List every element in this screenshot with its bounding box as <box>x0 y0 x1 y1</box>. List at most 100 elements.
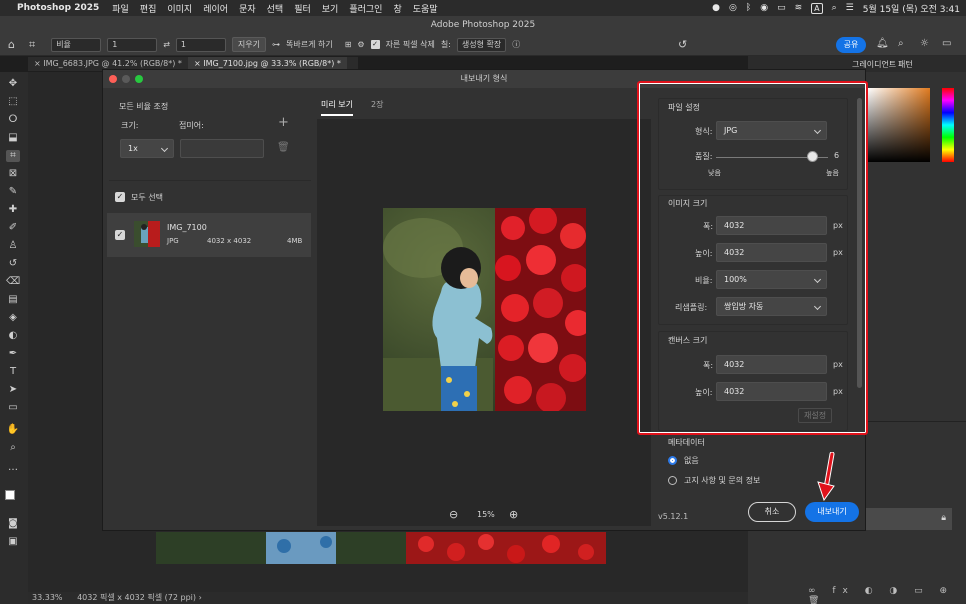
menu-type[interactable]: 문자 <box>239 2 256 15</box>
gradient-tool-icon[interactable]: ▤ <box>6 294 20 306</box>
menu-app-name[interactable]: Photoshop 2025 <box>17 3 99 13</box>
patterns-tab[interactable]: 패턴 <box>898 59 913 70</box>
metadata-none-radio[interactable] <box>668 456 677 465</box>
close-window-button[interactable] <box>109 75 117 83</box>
metadata-copyright-radio[interactable] <box>668 476 677 485</box>
pen-tool-icon[interactable]: ✒ <box>6 348 20 360</box>
red-arrow-icon <box>817 452 835 502</box>
settings-icon[interactable]: ⚙ <box>357 40 364 49</box>
fill-dropdown[interactable]: 생성형 확장 <box>456 37 507 52</box>
airdrop-icon[interactable]: ◉ <box>760 3 768 13</box>
metadata-none-label[interactable]: 없음 <box>684 455 699 466</box>
creative-cloud-icon[interactable]: ◎ <box>729 3 737 13</box>
swap-icon[interactable]: ⇄ <box>163 40 170 49</box>
crop-tool-icon[interactable]: ⌗ <box>29 38 35 52</box>
blur-tool-icon[interactable]: ◈ <box>6 312 20 324</box>
menu-image[interactable]: 이미지 <box>167 2 192 15</box>
lock-icon[interactable]: 🔒︎ <box>941 513 946 523</box>
reset-icon[interactable]: ↺ <box>678 38 687 51</box>
search-panel-icon[interactable]: ⌕ <box>898 38 904 49</box>
input-source-indicator[interactable]: A <box>811 2 823 14</box>
zoom-out-icon[interactable]: ⊖ <box>449 508 458 521</box>
menu-plugins[interactable]: 플러그인 <box>349 2 382 15</box>
screen-mode-icon[interactable]: ▣ <box>6 536 20 548</box>
path-select-icon[interactable]: ➤ <box>6 384 20 396</box>
object-select-tool-icon[interactable]: ⬓ <box>6 132 20 144</box>
menu-help[interactable]: 도움말 <box>413 2 438 15</box>
status-zoom[interactable]: 33.33% <box>32 593 63 602</box>
menu-layer[interactable]: 레이어 <box>203 2 228 15</box>
ratio-dropdown[interactable]: 비율 <box>51 37 102 52</box>
menu-edit[interactable]: 편집 <box>140 2 157 15</box>
delete-cropped-checkbox[interactable]: ✓ <box>370 40 380 49</box>
dodge-tool-icon[interactable]: ◐ <box>6 330 20 342</box>
eyedropper-tool-icon[interactable]: ✎ <box>6 186 20 198</box>
select-all-label[interactable]: 모두 선택 <box>131 192 163 203</box>
history-brush-icon[interactable]: ↺ <box>6 258 20 270</box>
scale-dropdown[interactable]: 1x <box>120 139 174 158</box>
straighten-label[interactable]: 똑바르게 하기 <box>286 39 333 50</box>
battery-icon[interactable]: ▭ <box>777 3 786 13</box>
hand-tool-icon[interactable]: ✋ <box>6 424 20 436</box>
metadata-copyright-label[interactable]: 고지 사항 및 문의 정보 <box>684 475 760 486</box>
menu-view[interactable]: 보기 <box>322 2 339 15</box>
delete-cropped-label: 자른 픽셀 삭제 <box>385 40 435 49</box>
clone-stamp-icon[interactable]: ♙ <box>6 240 20 252</box>
menu-filter[interactable]: 필터 <box>294 2 311 15</box>
cancel-button[interactable]: 취소 <box>748 502 796 522</box>
eraser-tool-icon[interactable]: ⌫ <box>6 276 20 288</box>
move-tool-icon[interactable]: ✥ <box>6 78 20 90</box>
search-icon[interactable]: ⌕ <box>832 3 837 13</box>
zoom-window-button[interactable] <box>135 75 143 83</box>
info-icon[interactable]: ⓘ <box>512 39 520 50</box>
status-info[interactable]: 4032 픽셀 x 4032 픽셀 (72 ppi) <box>77 593 196 602</box>
lasso-tool-icon[interactable]: ⵔ <box>6 114 20 126</box>
add-scale-icon[interactable]: + <box>278 115 289 130</box>
wifi-icon[interactable]: ≋ <box>795 3 803 13</box>
suffix-input[interactable] <box>180 139 264 158</box>
shape-tool-icon[interactable]: ▭ <box>6 402 20 414</box>
quick-mask-icon[interactable]: ◙ <box>6 518 20 530</box>
discover-icon[interactable]: ☼ <box>920 38 929 49</box>
menubar-datetime[interactable]: 5월 15일 (목) 오전 3:41 <box>863 2 960 15</box>
home-icon[interactable]: ⌂ <box>8 38 15 51</box>
bluetooth-icon[interactable]: ᛒ <box>746 3 751 13</box>
asset-row[interactable]: ✓ IMG_7100 JPG 4032 x 4032 4MB <box>107 213 311 257</box>
share-button[interactable]: 공유 <box>836 37 866 53</box>
chevron-down-icon <box>160 144 169 153</box>
select-all-checkbox[interactable]: ✓ <box>115 192 125 202</box>
clear-button[interactable]: 지우기 <box>231 37 266 52</box>
brush-tool-icon[interactable]: ✐ <box>6 222 20 234</box>
workspace-icon[interactable]: ▭ <box>942 38 951 49</box>
menu-select[interactable]: 선택 <box>267 2 284 15</box>
grid-overlay-icon[interactable]: ⊞ <box>345 40 352 49</box>
control-center-icon[interactable]: ☰ <box>846 3 854 13</box>
hue-slider[interactable] <box>942 88 954 162</box>
more-tools-icon[interactable]: … <box>6 462 20 474</box>
frame-tool-icon[interactable]: ⊠ <box>6 168 20 180</box>
crop-tool-icon-active[interactable]: ⌗ <box>6 150 20 162</box>
healing-brush-icon[interactable]: ✚ <box>6 204 20 216</box>
record-icon[interactable]: ● <box>712 3 720 13</box>
notifications-icon[interactable]: 🔔︎ <box>876 38 889 49</box>
color-picker-field[interactable] <box>868 88 930 162</box>
status-chevron-icon[interactable]: › <box>199 593 202 602</box>
menu-file[interactable]: 파일 <box>112 2 129 15</box>
foreground-color-swatch[interactable] <box>5 490 15 500</box>
menu-window[interactable]: 창 <box>393 2 401 15</box>
type-tool-icon[interactable]: T <box>6 366 20 378</box>
straighten-icon[interactable]: ⊶ <box>272 40 280 49</box>
tab-second[interactable]: 2장 <box>371 99 383 110</box>
tab-preview[interactable]: 미리 보기 <box>321 99 353 116</box>
zoom-in-icon[interactable]: ⊕ <box>509 508 518 521</box>
layer-row[interactable]: 🔒︎ <box>858 508 952 530</box>
asset-checkbox[interactable]: ✓ <box>115 230 125 240</box>
preview-zoom-value[interactable]: 15% <box>477 510 495 519</box>
trash-icon[interactable]: 🗑︎ <box>277 142 290 153</box>
zoom-tool-icon[interactable]: ⌕ <box>6 442 20 454</box>
asset-dimensions: 4032 x 4032 <box>207 237 252 245</box>
minimize-window-button[interactable] <box>122 75 130 83</box>
marquee-tool-icon[interactable]: ⬚ <box>6 96 20 108</box>
ratio-value-1[interactable]: 1 <box>107 37 158 52</box>
ratio-value-2[interactable]: 1 <box>175 37 226 52</box>
